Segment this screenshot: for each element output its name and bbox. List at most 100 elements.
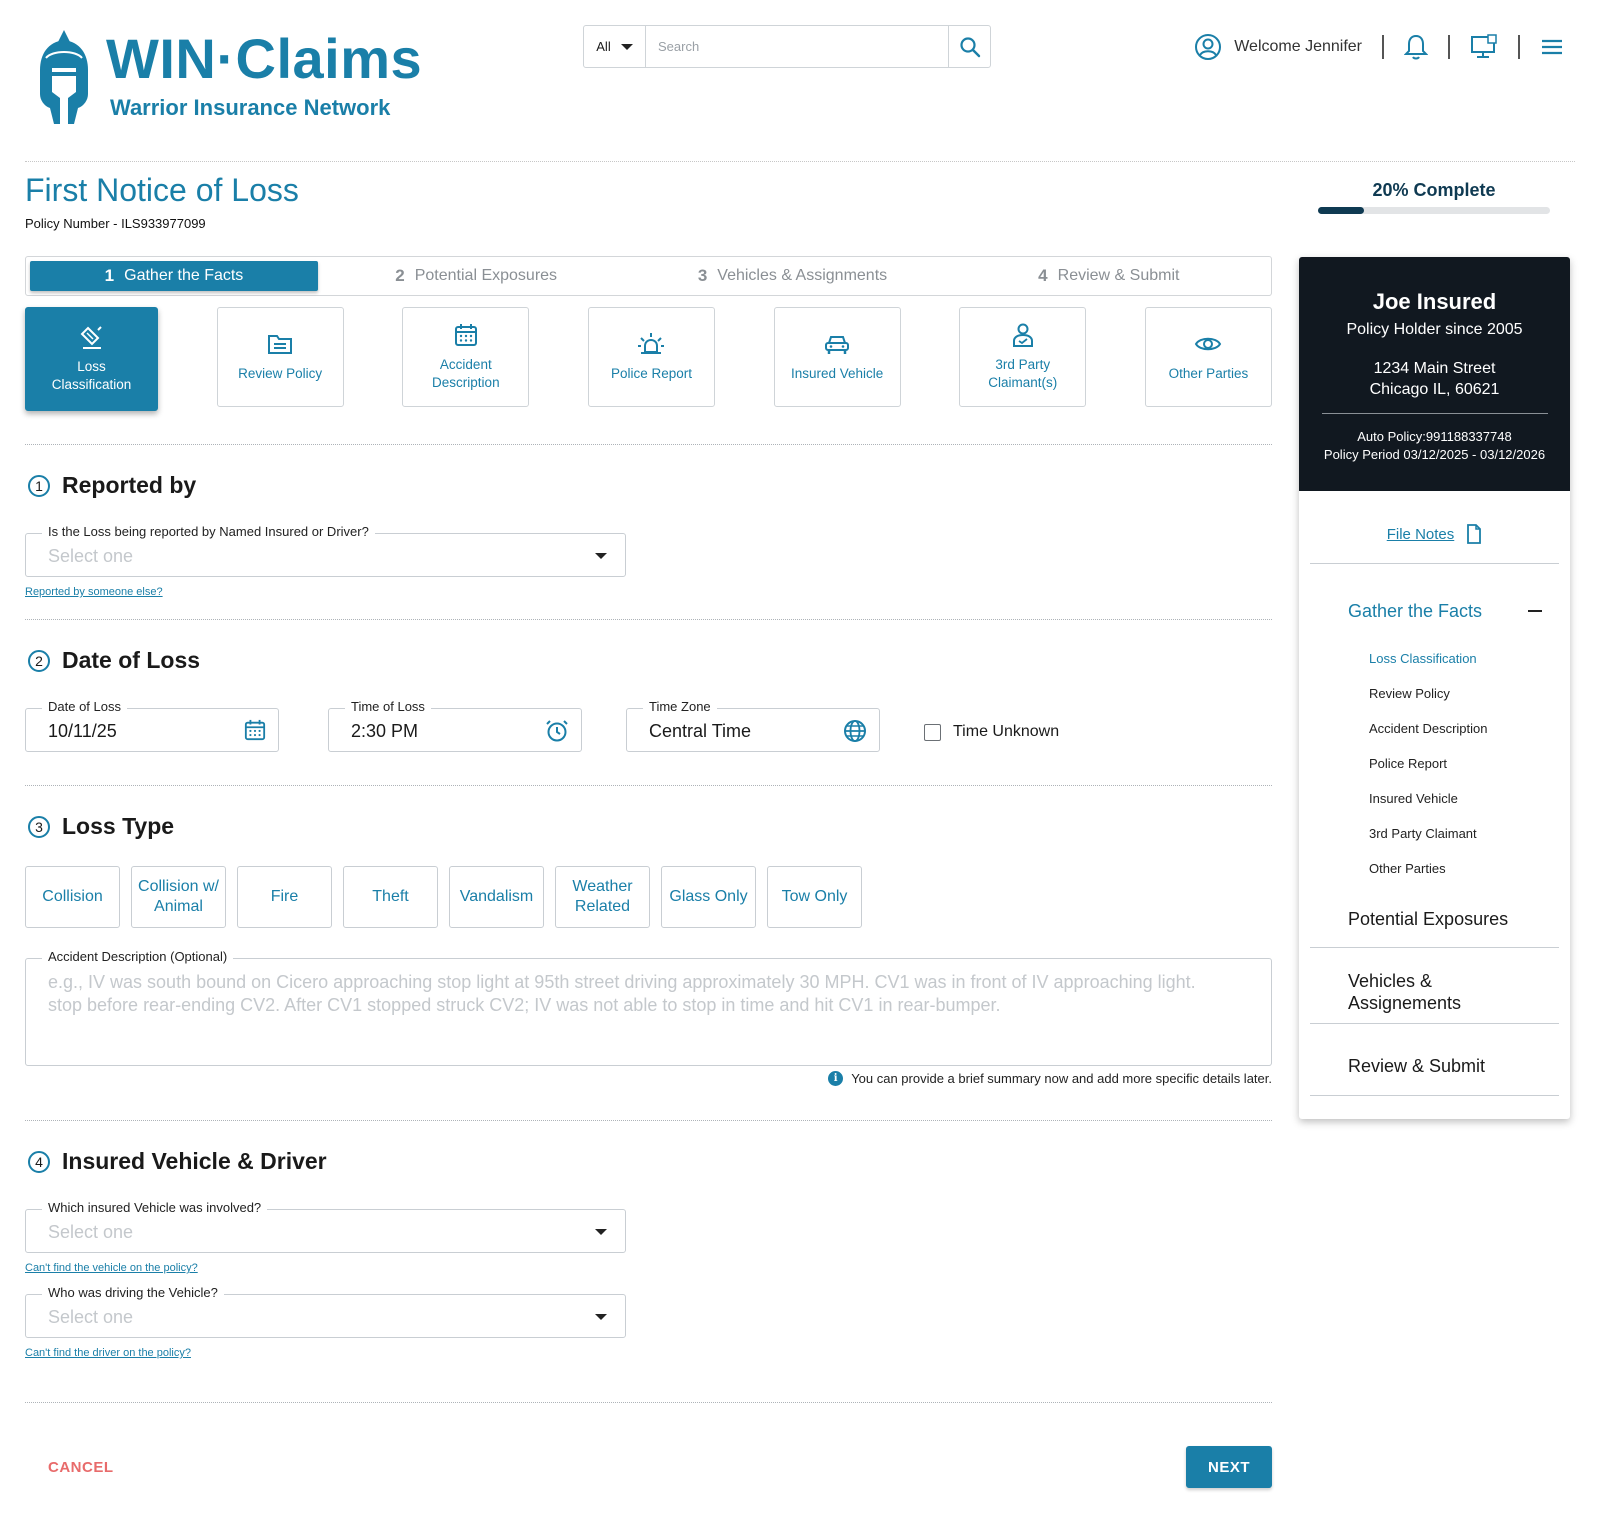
category-cards: Loss Classification Review Policy Accide… (25, 307, 1272, 411)
card-accident-description[interactable]: Accident Description (402, 307, 530, 407)
cancel-button[interactable]: CANCEL (48, 1459, 114, 1476)
card-police-report[interactable]: Police Report (587, 307, 715, 407)
field-value: 2:30 PM (351, 721, 419, 741)
date-of-loss-field[interactable]: Date of Loss 10/11/25 (25, 699, 279, 752)
sidebar-item-review-submit[interactable]: Review & Submit (1348, 1056, 1548, 1078)
address-city: Chicago IL, 60621 (1369, 380, 1500, 398)
divider (1310, 947, 1559, 948)
loss-type-weather[interactable]: Weather Related (555, 866, 650, 928)
claim-sidebar: Joe Insured Policy Holder since 2005 123… (1299, 257, 1570, 1119)
tab-vehicles-assignments[interactable]: 3 Vehicles & Assignments (634, 261, 950, 291)
loss-type-collision[interactable]: Collision (25, 866, 120, 928)
divider (1321, 412, 1548, 414)
field-label: Date of Loss (42, 699, 127, 714)
sidebar-group-gather-the-facts[interactable]: Gather the Facts (1348, 601, 1548, 622)
tab-review-submit[interactable]: 4 Review & Submit (951, 261, 1267, 291)
document-list-icon (268, 335, 293, 355)
search-scope-value: All (596, 39, 611, 54)
loss-type-fire[interactable]: Fire (237, 866, 332, 928)
section-number: 4 (28, 1150, 50, 1173)
search-button[interactable] (948, 26, 990, 67)
card-label: Review Policy (238, 366, 323, 382)
tab-potential-exposures[interactable]: 2 Potential Exposures (318, 261, 634, 291)
step-label: Potential Exposures (414, 267, 558, 284)
field-label: Time of Loss (345, 699, 431, 714)
loss-type-tow-only[interactable]: Tow Only (767, 866, 862, 928)
globe-icon (843, 719, 867, 748)
chevron-down-icon (595, 553, 607, 559)
main-menu-button[interactable] (1540, 37, 1564, 57)
sidebar-item-review-policy[interactable]: Review Policy (1369, 686, 1450, 701)
step-number: 4 (1038, 266, 1048, 285)
search-scope-select[interactable]: All (584, 26, 646, 67)
user-menu[interactable]: Welcome Jennifer (1194, 33, 1362, 61)
section-date-of-loss-title: 2 Date of Loss (28, 647, 200, 674)
header-divider (25, 161, 1575, 162)
driver-select[interactable]: Who was driving the Vehicle? Select one (25, 1285, 626, 1338)
cant-find-driver-link[interactable]: Can't find the driver on the policy? (25, 1347, 191, 1359)
section-vehicle-driver-title: 4 Insured Vehicle & Driver (28, 1148, 327, 1175)
checkbox-box[interactable] (924, 723, 941, 741)
insured-vehicle-select[interactable]: Which insured Vehicle was involved? Sele… (25, 1200, 626, 1253)
time-zone-select[interactable]: Time Zone Central Time (626, 699, 880, 752)
card-insured-vehicle[interactable]: Insured Vehicle (773, 307, 901, 407)
time-picker-button[interactable] (545, 719, 569, 748)
checkbox-label: Time Unknown (953, 723, 1060, 740)
notifications-button[interactable] (1404, 33, 1428, 61)
step-label: Vehicles & Assignments (717, 267, 888, 284)
step-label: Gather the Facts (124, 267, 244, 284)
sidebar-item-potential-exposures[interactable]: Potential Exposures (1348, 909, 1548, 931)
eye-icon (1195, 337, 1222, 351)
loss-type-collision-animal[interactable]: Collision w/ Animal (131, 866, 226, 928)
sidebar-item-other-parties[interactable]: Other Parties (1369, 861, 1446, 876)
field-label: Which insured Vehicle was involved? (42, 1200, 268, 1215)
loss-type-vandalism[interactable]: Vandalism (449, 866, 544, 928)
progress-bar (1318, 207, 1550, 214)
section-divider (25, 785, 1272, 786)
section-number: 1 (28, 474, 50, 497)
screen-share-button[interactable] (1470, 34, 1498, 60)
brand-subtitle: Warrior Insurance Network (110, 95, 391, 120)
loss-type-theft[interactable]: Theft (343, 866, 438, 928)
policy-period: Policy Period 03/12/2025 - 03/12/2026 (1323, 446, 1546, 462)
sidebar-item-third-party-claimant[interactable]: 3rd Party Claimant (1369, 826, 1477, 841)
sidebar-item-loss-classification[interactable]: Loss Classification (1369, 651, 1477, 666)
card-label: Other Parties (1168, 366, 1249, 382)
file-notes-link[interactable]: File Notes (1299, 524, 1570, 544)
policy-holder-since: Policy Holder since 2005 (1346, 321, 1523, 338)
sidebar-item-insured-vehicle[interactable]: Insured Vehicle (1369, 791, 1458, 806)
chevron-down-icon (595, 1229, 607, 1235)
divider (1382, 35, 1384, 59)
policy-number: Policy Number - ILS933977099 (25, 216, 206, 231)
card-label: Insured Vehicle (790, 366, 884, 382)
card-third-party-claimants[interactable]: 3rd Party Claimant(s) (959, 307, 1087, 407)
search-input[interactable] (646, 26, 948, 67)
sidebar-item-vehicles-assignments[interactable]: Vehicles & Assignements (1348, 971, 1548, 1014)
tab-gather-the-facts[interactable]: 1 Gather the Facts (30, 261, 318, 291)
field-label: Is the Loss being reported by Named Insu… (42, 524, 375, 539)
welcome-text: Welcome Jennifer (1234, 38, 1362, 55)
sidebar-item-accident-description[interactable]: Accident Description (1369, 721, 1488, 736)
time-of-loss-field[interactable]: Time of Loss 2:30 PM (328, 699, 582, 752)
divider (1310, 1095, 1559, 1096)
reported-by-someone-else-link[interactable]: Reported by someone else? (25, 586, 163, 598)
sidebar-item-police-report[interactable]: Police Report (1369, 756, 1447, 771)
chevron-down-icon (595, 1314, 607, 1320)
brand-title: WIN·Claims (106, 27, 423, 90)
card-loss-classification[interactable]: Loss Classification (25, 307, 158, 411)
step-tabs: 1 Gather the Facts 2 Potential Exposures 3… (25, 256, 1272, 296)
cant-find-vehicle-link[interactable]: Can't find the vehicle on the policy? (25, 1262, 198, 1274)
card-label: Police Report (610, 366, 692, 382)
loss-type-glass-only[interactable]: Glass Only (661, 866, 756, 928)
reported-by-select[interactable]: Is the Loss being reported by Named Insu… (25, 524, 626, 577)
section-loss-type-title: 3 Loss Type (28, 813, 174, 840)
collapse-minus-icon[interactable] (1528, 610, 1542, 612)
date-picker-button[interactable] (244, 719, 266, 746)
card-other-parties[interactable]: Other Parties (1144, 307, 1272, 407)
time-unknown-checkbox[interactable]: Time Unknown (924, 723, 1059, 741)
next-button[interactable]: NEXT (1186, 1446, 1272, 1488)
accident-description-textarea[interactable]: Accident Description (Optional) e.g., IV… (25, 949, 1272, 1066)
person-icon (1012, 323, 1033, 348)
card-review-policy[interactable]: Review Policy (216, 307, 344, 407)
brand-logo[interactable]: WIN·Claims Warrior Insurance Network (36, 28, 422, 124)
